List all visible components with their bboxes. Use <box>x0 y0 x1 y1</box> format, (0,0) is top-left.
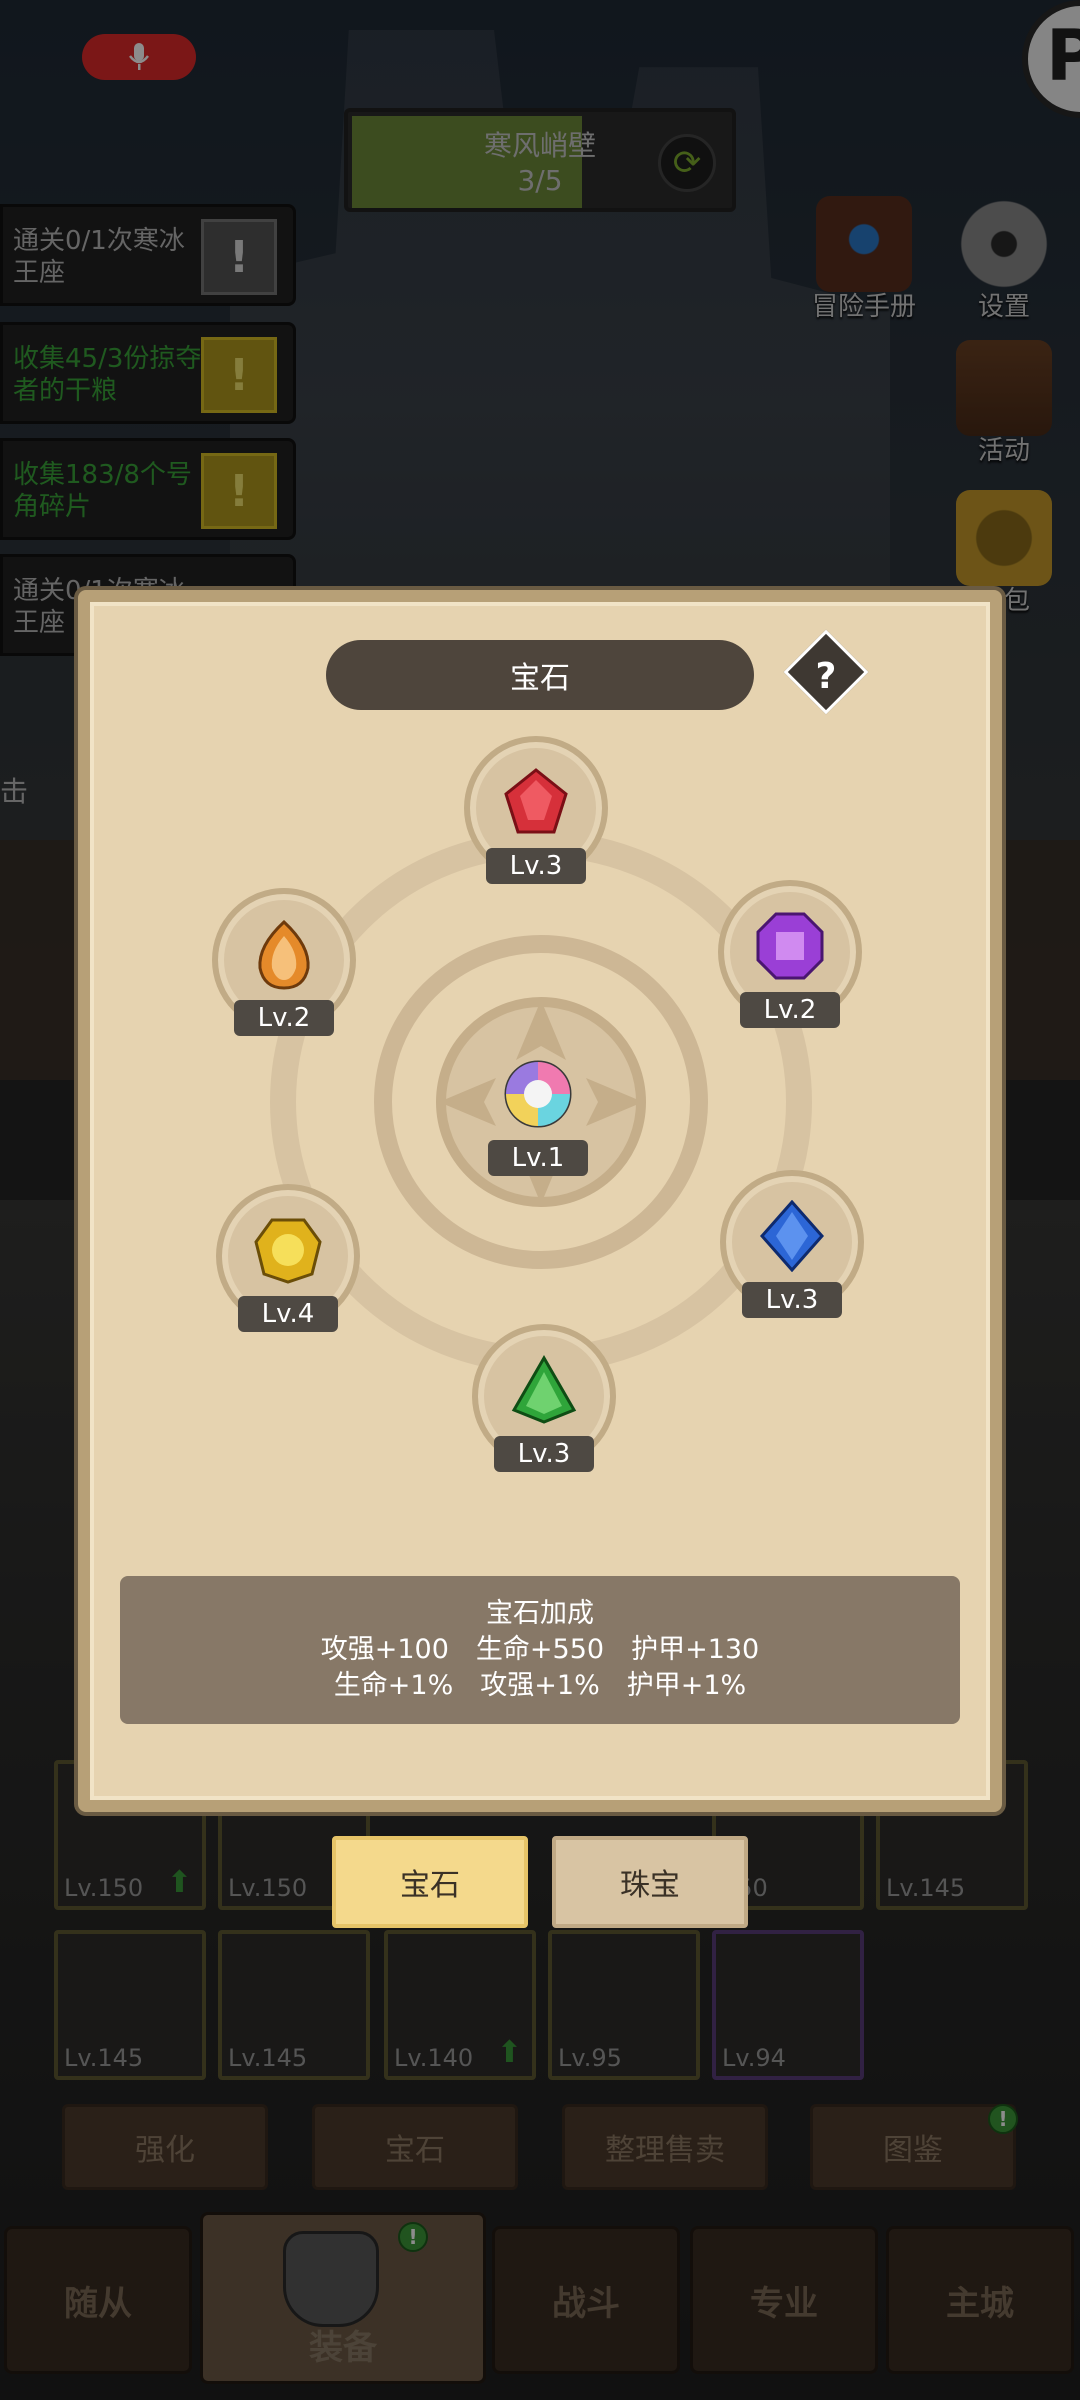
gem-action-button[interactable]: 宝石 <box>312 2104 518 2190</box>
inventory-slot[interactable]: Lv.145 <box>54 1930 206 2080</box>
quest-item[interactable]: 收集183/8个号角碎片 ! <box>0 438 296 540</box>
question-icon: ? <box>815 655 837 697</box>
settings-label: 设置 <box>977 292 1030 322</box>
amethyst-icon <box>756 912 824 980</box>
nav-battle[interactable]: 战斗 <box>492 2226 680 2374</box>
event-button[interactable]: 活动 <box>944 340 1064 467</box>
enhance-button[interactable]: 强化 <box>62 2104 268 2190</box>
gem-level: Lv.4 <box>238 1296 338 1332</box>
gem-slot-green[interactable]: Lv.3 <box>472 1324 616 1472</box>
complete-icon: ! <box>201 337 277 413</box>
gem-slot-purple[interactable]: Lv.2 <box>718 880 862 1028</box>
event-label: 活动 <box>977 436 1030 466</box>
game-screen: { "stage": {"title": "寒风峭壁", "progress":… <box>0 0 1080 2400</box>
item-level: Lv.94 <box>722 2044 786 2072</box>
amber-icon <box>258 919 310 990</box>
gear-icon <box>956 196 1052 292</box>
inventory-slot[interactable]: Lv.95 <box>548 1930 700 2080</box>
microphone-icon <box>129 43 149 70</box>
tab-gem[interactable]: 宝石 <box>332 1836 528 1928</box>
armor-icon <box>283 2231 379 2327</box>
item-level: Lv.140 <box>394 2044 474 2072</box>
gem-level: Lv.3 <box>494 1436 594 1472</box>
voice-record-button[interactable] <box>82 34 196 80</box>
codex-button[interactable]: 图鉴 <box>810 2104 1016 2190</box>
bonus-title: 宝石加成 <box>486 1598 594 1629</box>
settings-button[interactable]: 设置 <box>944 196 1064 323</box>
gem-level: Lv.3 <box>486 848 586 884</box>
inventory-slot[interactable]: Lv.140 ⬆ <box>384 1930 536 2080</box>
adventure-handbook-button[interactable]: 冒险手册 <box>804 196 924 323</box>
partial-left-label: 击 <box>0 775 29 808</box>
gem-slot-rainbow[interactable]: Lv.1 <box>466 1028 610 1176</box>
gem-slot-orange[interactable]: Lv.2 <box>212 888 356 1036</box>
quest-text: 通关0/1次寒冰王座 <box>13 226 185 288</box>
quest-item[interactable]: 通关0/1次寒冰王座 ! <box>0 204 296 306</box>
quest-item[interactable]: 收集45/3份掠夺者的干粮 ! <box>0 322 296 424</box>
panel-title: 宝石 <box>326 640 754 710</box>
bonus-line-flat: 攻强+100 生命+550 护甲+130 <box>320 1634 760 1665</box>
adventure-handbook-label: 冒险手册 <box>811 292 916 322</box>
nav-profession[interactable]: 专业 <box>690 2226 878 2374</box>
gem-level: Lv.2 <box>234 1000 334 1036</box>
rainbow-gem-icon <box>504 1060 572 1128</box>
sapphire-icon <box>759 1200 825 1272</box>
bag-icon <box>956 490 1052 586</box>
inventory-slot[interactable]: Lv.145 <box>218 1930 370 2080</box>
gem-level: Lv.3 <box>742 1282 842 1318</box>
item-level: Lv.150 <box>228 1874 308 1902</box>
sort-sell-button[interactable]: 整理售卖 <box>562 2104 768 2190</box>
gem-bonus-box: 宝石加成 攻强+100 生命+550 护甲+130 生命+1% 攻强+1% 护甲… <box>120 1576 960 1724</box>
quest-text: 收集183/8个号角碎片 <box>13 460 192 522</box>
gem-level: Lv.2 <box>740 992 840 1028</box>
gem-level: Lv.1 <box>488 1140 588 1176</box>
item-level: Lv.145 <box>228 2044 308 2072</box>
codex-notify-badge: ! <box>988 2104 1018 2134</box>
item-level: Lv.145 <box>64 2044 144 2072</box>
book-icon <box>816 196 912 292</box>
nav-equipment[interactable]: 装备 <box>200 2212 486 2384</box>
equipment-notify-badge: ! <box>398 2222 428 2252</box>
profile-badge[interactable]: P <box>1022 0 1080 118</box>
item-level: Lv.95 <box>558 2044 622 2072</box>
nav-follower[interactable]: 随从 <box>4 2226 192 2374</box>
refresh-icon[interactable]: ⟳ <box>658 134 716 192</box>
topaz-icon <box>254 1218 322 1284</box>
gem-slot-yellow[interactable]: Lv.4 <box>216 1184 360 1332</box>
gem-slot-blue[interactable]: Lv.3 <box>720 1170 864 1318</box>
gem-slot-red[interactable]: Lv.3 <box>464 736 608 884</box>
upgrade-arrow-icon: ⬆ <box>496 2035 522 2070</box>
quest-text: 收集45/3份掠夺者的干粮 <box>13 344 202 406</box>
inventory-slot[interactable]: Lv.94 <box>712 1930 864 2080</box>
exclamation-icon: ! <box>201 219 277 295</box>
tab-jewelry[interactable]: 珠宝 <box>552 1836 748 1928</box>
ruby-icon <box>504 768 568 834</box>
bonus-line-percent: 生命+1% 攻强+1% 护甲+1% <box>333 1670 747 1701</box>
item-level: Lv.145 <box>886 1874 966 1902</box>
complete-icon: ! <box>201 453 277 529</box>
upgrade-arrow-icon: ⬆ <box>166 1865 192 1900</box>
stage-progress-box[interactable]: 寒风峭壁 3/5 ⟳ <box>344 108 736 212</box>
nav-equipment-label: 装备 <box>309 2328 377 2368</box>
scroll-icon <box>956 340 1052 436</box>
item-level: Lv.150 <box>64 1874 144 1902</box>
nav-city[interactable]: 主城 <box>886 2226 1074 2374</box>
emerald-icon <box>511 1354 577 1424</box>
